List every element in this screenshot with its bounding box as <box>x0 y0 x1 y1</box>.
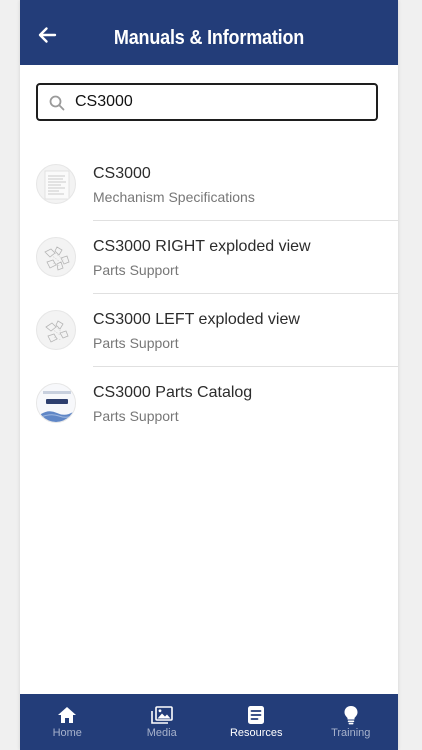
list-item[interactable]: CS3000 RIGHT exploded view Parts Support <box>20 221 398 294</box>
search-icon <box>49 95 65 111</box>
document-icon <box>248 706 265 724</box>
exploded-view-thumbnail <box>36 237 76 277</box>
search-box[interactable] <box>36 83 378 121</box>
results-list: CS3000 Mechanism Specifications CS3000 R… <box>20 148 398 440</box>
nav-label: Media <box>146 727 177 739</box>
home-icon <box>58 707 77 723</box>
item-title: CS3000 RIGHT exploded view <box>93 238 311 255</box>
app-header: Manuals & Information <box>20 0 398 65</box>
images-icon <box>150 706 173 724</box>
lightbulb-icon <box>344 706 358 725</box>
nav-training[interactable]: Training <box>304 694 399 750</box>
item-subtitle: Parts Support <box>93 262 179 278</box>
arrow-left-icon <box>38 27 57 43</box>
item-title: CS3000 Parts Catalog <box>93 384 253 401</box>
nav-label: Training <box>331 727 371 739</box>
nav-label: Resources <box>229 727 283 739</box>
item-subtitle: Parts Support <box>93 408 179 424</box>
list-item[interactable]: CS3000 Mechanism Specifications <box>20 148 398 221</box>
nav-label: Home <box>52 727 82 739</box>
item-subtitle: Mechanism Specifications <box>93 189 255 205</box>
item-subtitle: Parts Support <box>93 335 179 351</box>
page-title: Manuals & Information <box>113 27 305 49</box>
search-input[interactable] <box>75 89 365 115</box>
nav-resources[interactable]: Resources <box>209 694 304 750</box>
item-title: CS3000 LEFT exploded view <box>93 311 300 328</box>
back-button[interactable] <box>32 20 62 50</box>
item-title: CS3000 <box>93 165 151 182</box>
list-item[interactable]: CS3000 Parts Catalog Parts Support <box>20 367 398 440</box>
list-item[interactable]: CS3000 LEFT exploded view Parts Support <box>20 294 398 367</box>
catalog-thumbnail <box>36 383 76 423</box>
bottom-navigation: Home Media Resources Training <box>20 694 398 750</box>
document-thumbnail <box>36 164 76 204</box>
app-screen: Manuals & Information CS3000 Mechanism S… <box>20 0 398 750</box>
nav-media[interactable]: Media <box>115 694 210 750</box>
exploded-view-thumbnail <box>36 310 76 350</box>
nav-home[interactable]: Home <box>20 694 115 750</box>
